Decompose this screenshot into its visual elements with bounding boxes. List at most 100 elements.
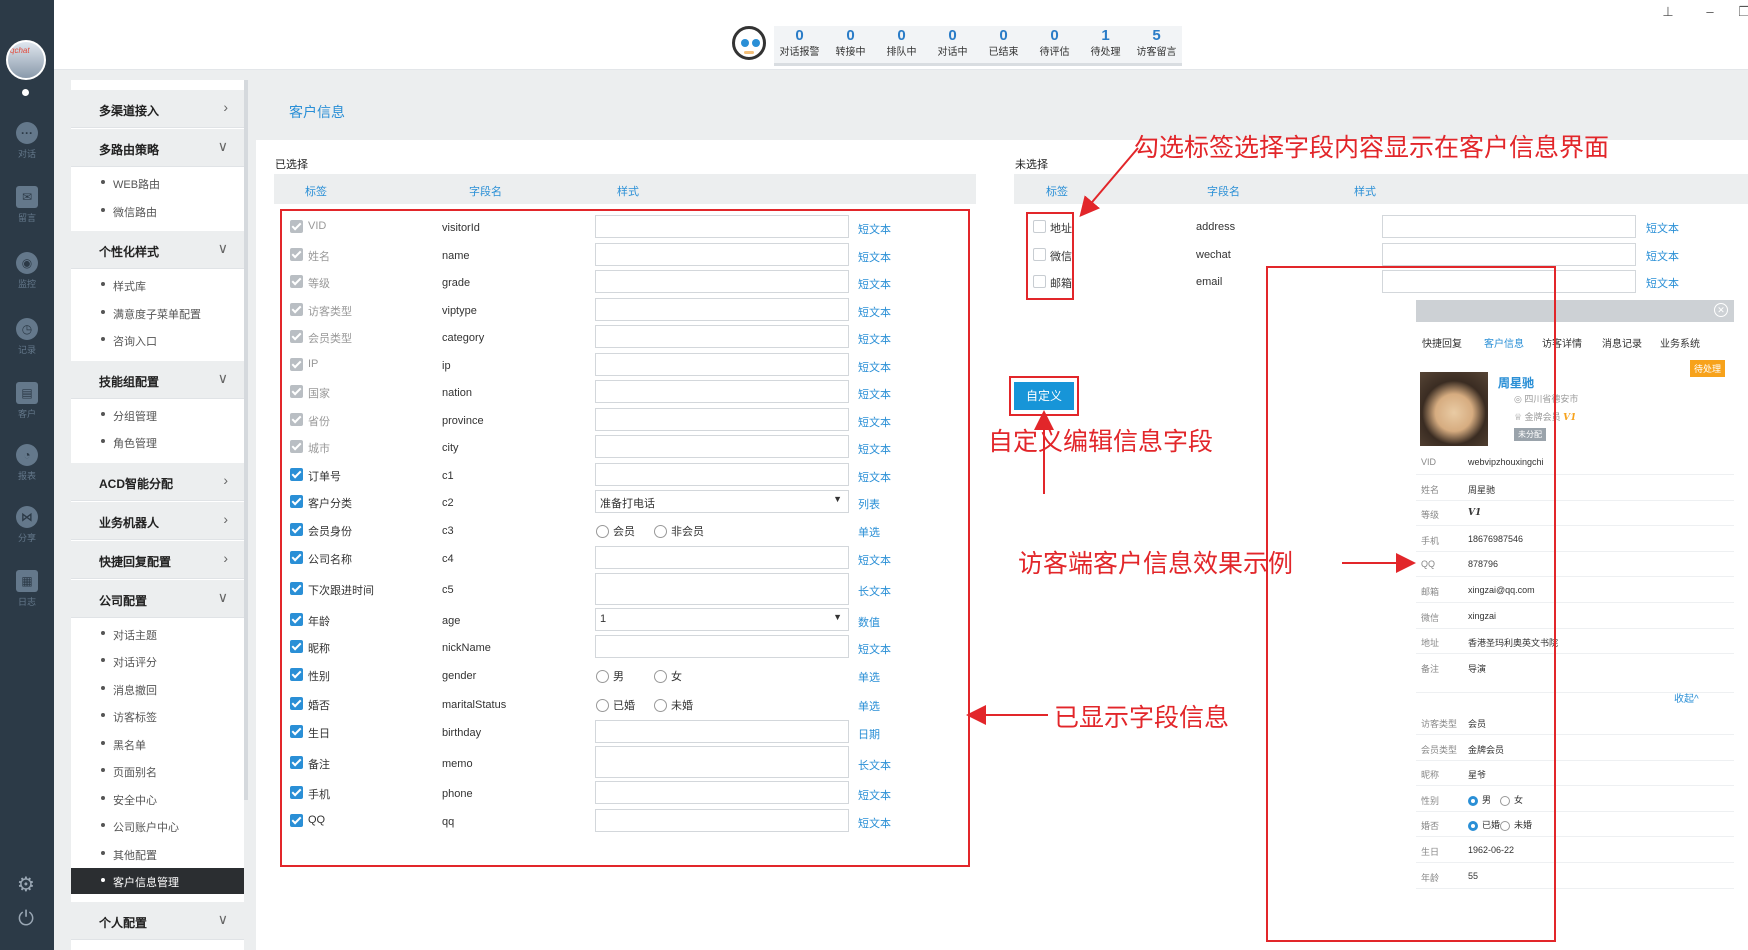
nav-item-label: 咨询入口 [113,336,157,348]
preview-tab[interactable]: 业务系统 [1660,335,1700,350]
nav-item-label: WEB路由 [113,179,161,191]
nav-scrollbar[interactable] [244,80,248,800]
rail-item-1[interactable]: ✉ 留言 [0,186,54,224]
online-status-dot [22,89,29,96]
counter-label: 对话中 [937,47,968,58]
nav-section[interactable]: 个人配置 ∨ [71,901,244,940]
nav-item-label: 公司账户中心 [113,822,179,834]
nav-section[interactable]: 业务机器人 › [71,501,244,540]
bullet-dot [101,337,105,341]
rail-item-label: 留言 [17,213,36,223]
close-icon[interactable]: ✕ [1714,303,1728,317]
counter-label: 排队中 [886,47,917,58]
nav-section[interactable]: 多路由策略 ∨ [71,129,244,167]
status-counter[interactable]: 0 对话报警 [774,26,825,63]
share-icon: ⋈ [16,506,38,528]
nav-section-title: ACD智能分配 [99,476,173,491]
nav-section[interactable]: ACD智能分配 › [71,462,244,501]
rail-item-0[interactable]: ··· 对话 [0,122,54,160]
envelope-icon: ✉ [16,186,38,208]
nav-item[interactable]: 公司账户中心 [71,813,244,839]
counter-value: 0 [948,27,957,44]
nav-item-label: 分组管理 [113,410,157,423]
chevron-down-icon: ∨ [217,588,228,605]
collapse-link[interactable]: 收起^ [1674,690,1699,705]
status-counter[interactable]: 5 访客留言 [1131,26,1182,63]
pin-icon[interactable]: ⊥ [1658,4,1678,22]
bullet-dot [101,630,105,635]
counter-value: 0 [846,27,855,44]
nav-item[interactable]: WEB路由 [71,170,244,196]
nav-item[interactable]: 安全中心 [71,786,244,812]
nav-item-label: 黑名单 [113,739,146,752]
bullet-dot [101,713,105,717]
rail-item-label: 报表 [17,471,36,481]
nav-item[interactable]: 对话主题 [71,621,244,647]
nav-item[interactable]: 个人配置中心 [71,943,244,950]
status-counter[interactable]: 1 待处理 [1080,26,1131,63]
status-counter[interactable]: 0 已结束 [978,26,1029,63]
nav-item-label: 样式库 [113,281,146,293]
nav-section-title: 业务机器人 [99,515,160,530]
nav-item[interactable]: 样式库 [71,272,244,298]
eye-icon: ◉ [16,252,38,274]
status-counter[interactable]: 0 待评估 [1029,26,1080,63]
status-counter[interactable]: 0 转接中 [825,26,876,63]
nav-item[interactable]: 角色管理 [71,429,244,455]
arrow-to-checkbox [1079,147,1139,218]
status-counter[interactable]: 0 排队中 [876,26,927,63]
nav-item[interactable]: 咨询入口 [71,327,244,353]
nav-item-label: 微信路由 [113,206,157,219]
rail-item-3[interactable]: ◷ 记录 [0,318,54,356]
counter-label: 已结束 [988,47,1019,58]
agent-avatar[interactable]: qchat [6,40,46,80]
nav-item[interactable]: 消息撤回 [71,676,244,702]
counter-label: 待评估 [1039,47,1070,58]
chevron-down-icon: ∨ [217,240,228,256]
rail-item-2[interactable]: ◉ 监控 [0,252,54,290]
status-counter[interactable]: 0 对话中 [927,26,978,63]
settings-gear-icon[interactable]: ⚙ [13,872,39,898]
nav-item[interactable]: 对话评分 [71,648,244,674]
nav-section[interactable]: 个性化样式 ∨ [71,231,244,269]
restore-icon[interactable]: ❐ [1734,4,1748,22]
power-icon[interactable]: ⏻ [13,906,39,932]
nav-item[interactable]: 其他配置 [71,841,244,867]
preview-highlight [1266,266,1556,942]
rail-item-5[interactable]: ◔ 报表 [0,444,54,482]
rail-item-7[interactable]: ▦ 日志 [0,570,54,608]
rail-item-4[interactable]: ▤ 客户 [0,382,54,420]
rail-item-label: 日志 [17,597,36,607]
nav-item[interactable]: 分组管理 [71,402,244,428]
nav-section[interactable]: 公司配置 ∨ [71,579,244,618]
bullet-dot [101,878,105,882]
nav-section[interactable]: 技能组配置 ∨ [71,360,244,399]
preview-tab[interactable]: 消息记录 [1602,335,1642,350]
bullet-dot [101,685,105,690]
nav-item[interactable]: 微信路由 [71,198,244,224]
status-counters: 0 对话报警 0 转接中 0 排队中 0 对话中 0 已结束 0 待评估 1 待处理 5 访客留言 [774,26,1182,66]
contact-card-icon: ▤ [16,382,38,404]
nav-item-label: 对话评分 [113,657,157,669]
nav-item[interactable]: 访客标签 [71,703,244,729]
bullet-dot [101,740,105,745]
nav-section-title: 技能组配置 [99,374,160,389]
rail-item-label: 记录 [17,345,36,355]
nav-item[interactable]: 页面别名 [71,758,244,784]
nav-section[interactable]: 多渠道接入 › [71,90,244,128]
nav-item[interactable]: 客户信息管理 [71,868,244,894]
chevron-down-icon: ∨ [217,369,228,386]
counter-value: 1 [1101,27,1110,44]
nav-item-label: 对话主题 [113,629,157,642]
chevron-right-icon: › [223,549,228,566]
minimize-icon[interactable]: – [1700,4,1720,22]
clock-icon: ◷ [16,318,38,340]
nav-section[interactable]: 快捷回复配置 › [71,540,244,579]
nav-item[interactable]: 满意度子菜单配置 [71,300,244,326]
nav-item[interactable]: 黑名单 [71,731,244,757]
bullet-dot [101,180,105,184]
bullet-dot [101,411,105,416]
bullet-dot [101,309,105,314]
rail-item-6[interactable]: ⋈ 分享 [0,506,54,544]
chevron-right-icon: › [223,471,228,488]
